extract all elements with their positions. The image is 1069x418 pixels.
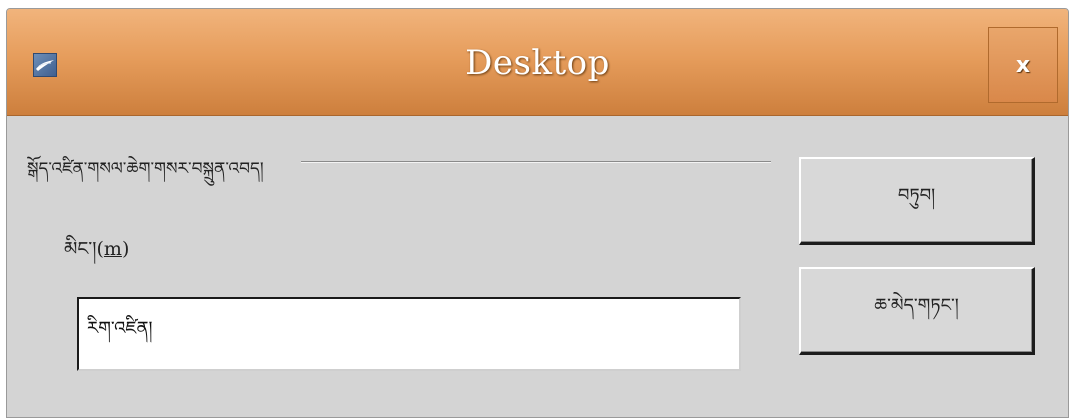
ok-button[interactable]: བཏུབ།	[799, 157, 1035, 245]
window-title: Desktop	[465, 43, 610, 83]
title-bar[interactable]: Desktop x	[7, 9, 1068, 116]
cancel-button[interactable]: ཆ་མེད་གཏང་།	[799, 267, 1035, 355]
name-field-label: མིང་།(m)	[64, 238, 130, 260]
group-frame-label: སྒོད་འཛིན་གསལ་ཆེག་གསར་བསྐྲུན་འབད།	[27, 159, 264, 179]
close-button[interactable]: x	[988, 27, 1058, 103]
group-frame-line	[301, 161, 771, 163]
dialog-window: Desktop x སྒོད་འཛིན་གསལ་ཆེག་གསར་བསྐྲུན་འ…	[6, 8, 1069, 418]
name-input[interactable]	[77, 297, 741, 371]
accelerator-key: m	[103, 238, 122, 260]
